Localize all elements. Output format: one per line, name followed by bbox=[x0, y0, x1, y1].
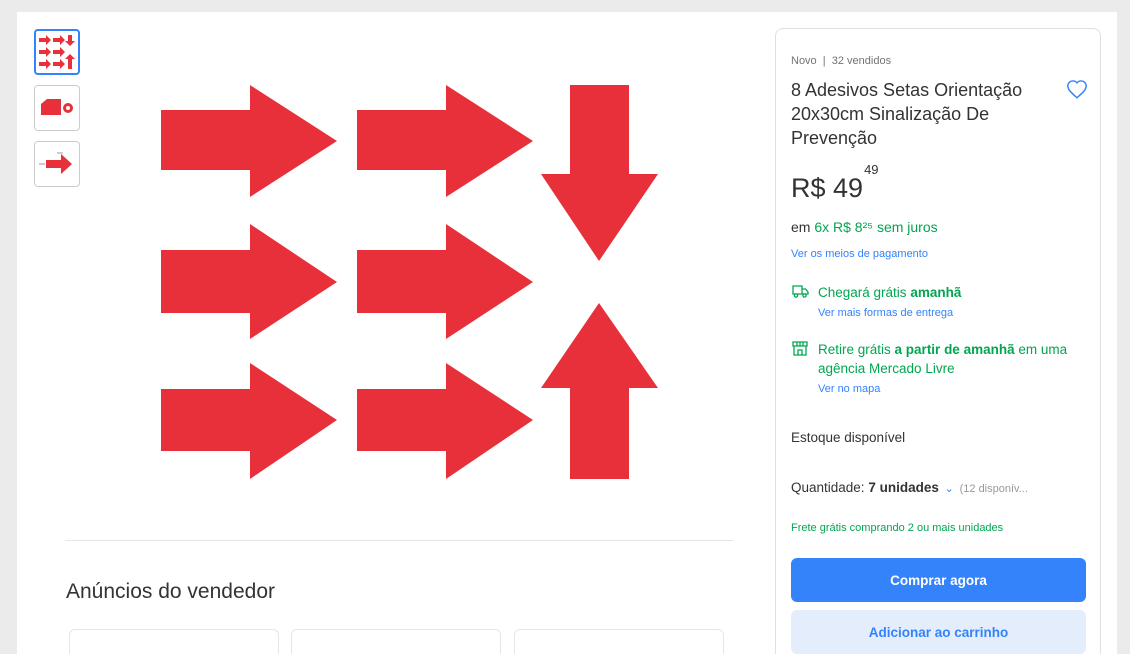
map-link[interactable]: Ver no mapa bbox=[818, 383, 1091, 395]
shipping-info: Chegará grátis amanhã Ver mais formas de… bbox=[791, 283, 1091, 319]
stock-status: Estoque disponível bbox=[791, 430, 906, 445]
thumbnail-1[interactable] bbox=[34, 29, 80, 75]
quantity-available: (12 disponív... bbox=[959, 483, 1028, 495]
price: R$ 4949 bbox=[791, 162, 879, 204]
price-integer: 49 bbox=[833, 173, 864, 203]
free-shipping-note: Frete grátis comprando 2 ou mais unidade… bbox=[791, 522, 1004, 534]
seller-ad-card[interactable] bbox=[514, 629, 724, 654]
pickup-info: Retire grátis a partir de amanhã em uma … bbox=[791, 340, 1091, 395]
installments: em 6x R$ 8²⁵ sem juros bbox=[791, 219, 938, 235]
shipping-text: Chegará grátis bbox=[818, 285, 907, 300]
buy-box: Novo | 32 vendidos 8 Adesivos Setas Orie… bbox=[775, 28, 1101, 654]
price-currency: R$ bbox=[791, 173, 826, 203]
installments-value: 6x R$ 8²⁵ sem juros bbox=[814, 219, 938, 235]
buy-now-button[interactable]: Comprar agora bbox=[791, 558, 1086, 602]
installments-prefix: em bbox=[791, 219, 811, 235]
chevron-down-icon: ⌄ bbox=[944, 483, 954, 495]
thumbnail-list bbox=[34, 29, 80, 197]
seller-ad-card[interactable] bbox=[69, 629, 279, 654]
shipping-highlight: amanhã bbox=[910, 285, 962, 300]
store-icon bbox=[792, 341, 808, 356]
quantity-label: Quantidade: bbox=[791, 480, 865, 495]
arrows-thumbnail-image bbox=[39, 35, 75, 69]
thumbnail-3[interactable] bbox=[34, 141, 80, 187]
seller-ads-title: Anúncios do vendedor bbox=[66, 580, 275, 603]
pickup-highlight: a partir de amanhã bbox=[894, 342, 1015, 357]
price-cents: 49 bbox=[864, 162, 879, 177]
quantity-value: 7 unidades bbox=[868, 480, 939, 495]
quantity-selector[interactable]: Quantidade: 7 unidades ⌄ (12 disponív... bbox=[791, 480, 1028, 495]
payment-methods-link[interactable]: Ver os meios de pagamento bbox=[791, 248, 928, 260]
product-title: 8 Adesivos Setas Orientação 20x30cm Sina… bbox=[791, 80, 1023, 148]
add-to-cart-button[interactable]: Adicionar ao carrinho bbox=[791, 610, 1086, 654]
truck-icon bbox=[792, 285, 809, 298]
section-divider bbox=[65, 540, 733, 541]
more-shipping-link[interactable]: Ver mais formas de entrega bbox=[818, 307, 1091, 319]
thumbnail-2[interactable] bbox=[34, 85, 80, 131]
heart-icon[interactable] bbox=[1066, 79, 1088, 101]
product-main-image[interactable] bbox=[157, 80, 677, 480]
condition-sold-count: Novo | 32 vendidos bbox=[791, 55, 892, 67]
sign-thumbnail-image bbox=[41, 99, 73, 115]
seller-ad-card[interactable] bbox=[291, 629, 501, 654]
pickup-text: Retire grátis bbox=[818, 342, 891, 357]
product-page: Anúncios do vendedor Novo | 32 vendidos … bbox=[17, 12, 1117, 654]
arrow-thumbnail-image bbox=[39, 152, 72, 174]
